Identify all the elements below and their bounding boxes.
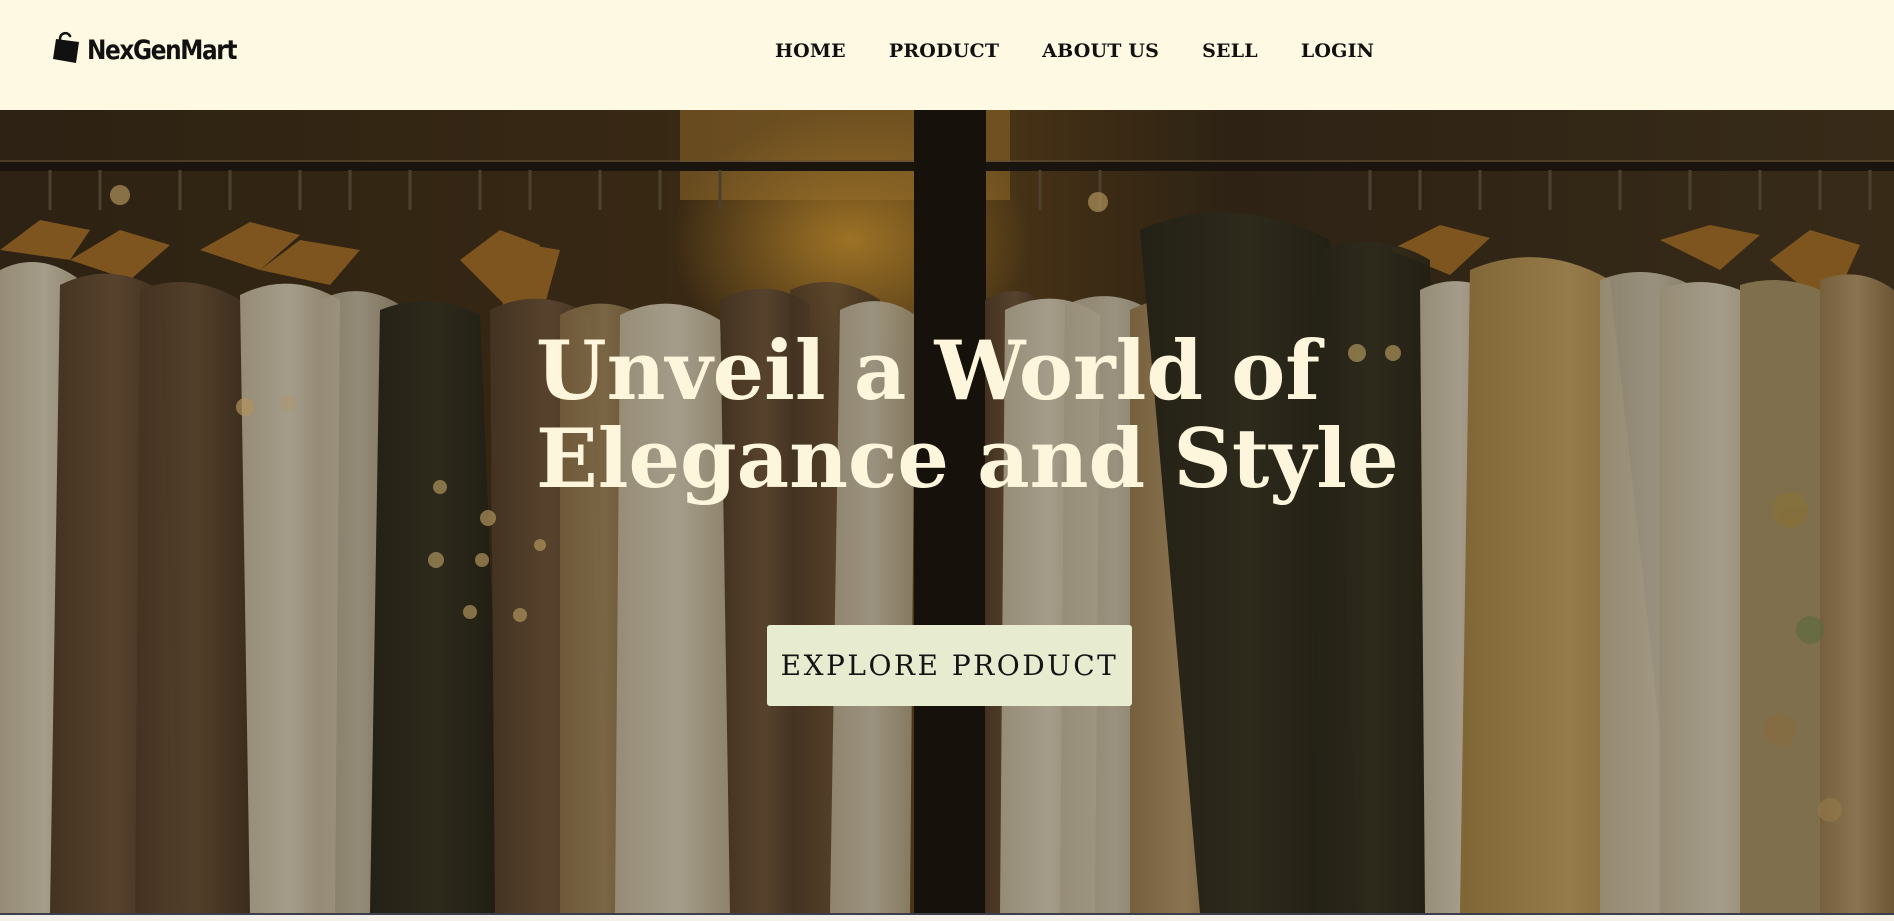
- shopping-bag-icon: [53, 31, 79, 63]
- nav-link-home[interactable]: HOME: [775, 36, 846, 66]
- hero-section: Unveil a World of Elegance and Style EXP…: [0, 110, 1894, 913]
- brand-name: NexGenMart: [87, 34, 237, 66]
- navbar: NexGenMart HOME PRODUCT ABOUT US SELL LO…: [0, 0, 1894, 110]
- hero-title: Unveil a World of Elegance and Style: [536, 328, 1399, 504]
- nav-link-about-us[interactable]: ABOUT US: [1042, 36, 1159, 66]
- page-bottom-divider: [0, 913, 1894, 921]
- hero-title-line-1: Unveil a World of: [536, 324, 1321, 419]
- hero-overlay: [0, 110, 1894, 913]
- nav-link-login[interactable]: LOGIN: [1301, 36, 1374, 66]
- nav-link-sell[interactable]: SELL: [1202, 36, 1258, 66]
- hero-title-line-2: Elegance and Style: [536, 412, 1399, 507]
- explore-product-button[interactable]: EXPLORE PRODUCT: [767, 625, 1132, 706]
- brand-logo-link[interactable]: NexGenMart: [51, 28, 260, 66]
- main-nav: HOME PRODUCT ABOUT US SELL LOGIN: [775, 36, 1374, 66]
- nav-link-product[interactable]: PRODUCT: [889, 36, 999, 66]
